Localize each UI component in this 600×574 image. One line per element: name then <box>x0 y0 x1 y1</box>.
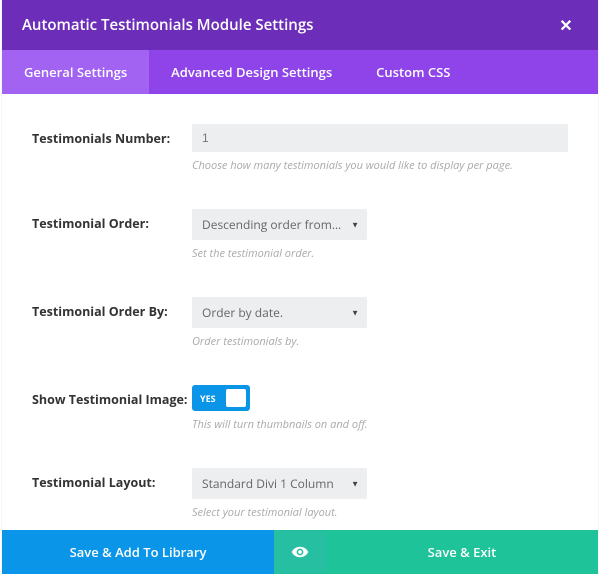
close-button[interactable]: ✕ <box>554 14 578 36</box>
help-layout: Select your testimonial layout. <box>192 505 568 520</box>
field-testimonial-order: Testimonial Order: Descending order from… <box>32 209 568 261</box>
help-show-image: This will turn thumbnails on and off. <box>192 417 568 432</box>
modal-header: Automatic Testimonials Module Settings ✕ <box>2 0 598 50</box>
field-layout: Testimonial Layout: Standard Divi 1 Colu… <box>32 468 568 520</box>
preview-button[interactable] <box>274 530 326 574</box>
tab-general[interactable]: General Settings <box>2 50 149 94</box>
help-testimonial-order-by: Order testimonials by. <box>192 334 568 349</box>
field-testimonials-number: Testimonials Number: Choose how many tes… <box>32 124 568 173</box>
label-testimonials-number: Testimonials Number: <box>32 124 192 147</box>
tabs-bar: General Settings Advanced Design Setting… <box>2 50 598 94</box>
select-layout[interactable]: Standard Divi 1 Column <box>192 468 367 499</box>
field-show-image: Show Testimonial Image: YES This will tu… <box>32 385 568 432</box>
modal-footer: Save & Add To Library Save & Exit <box>2 530 598 574</box>
label-testimonial-order: Testimonial Order: <box>32 209 192 232</box>
help-testimonials-number: Choose how many testimonials you would l… <box>192 158 568 173</box>
tab-advanced[interactable]: Advanced Design Settings <box>149 50 354 94</box>
select-testimonial-order-by[interactable]: Order by date. <box>192 297 367 328</box>
help-testimonial-order: Set the testimonial order. <box>192 246 568 261</box>
select-testimonial-order[interactable]: Descending order from highest to lowe <box>192 209 367 240</box>
modal-title: Automatic Testimonials Module Settings <box>22 15 313 35</box>
settings-body[interactable]: Testimonials Number: Choose how many tes… <box>2 94 598 530</box>
toggle-knob <box>226 389 246 407</box>
label-layout: Testimonial Layout: <box>32 468 192 491</box>
tab-custom-css[interactable]: Custom CSS <box>354 50 472 94</box>
toggle-show-image[interactable]: YES <box>192 385 250 411</box>
field-testimonial-order-by: Testimonial Order By: Order by date. ▼ O… <box>32 297 568 349</box>
toggle-yes-label: YES <box>200 392 216 405</box>
eye-icon <box>291 543 309 561</box>
save-library-button[interactable]: Save & Add To Library <box>2 530 274 574</box>
save-exit-button[interactable]: Save & Exit <box>326 530 598 574</box>
label-testimonial-order-by: Testimonial Order By: <box>32 297 192 320</box>
settings-modal: Automatic Testimonials Module Settings ✕… <box>2 0 598 574</box>
input-testimonials-number[interactable] <box>192 124 568 152</box>
label-show-image: Show Testimonial Image: <box>32 385 192 408</box>
